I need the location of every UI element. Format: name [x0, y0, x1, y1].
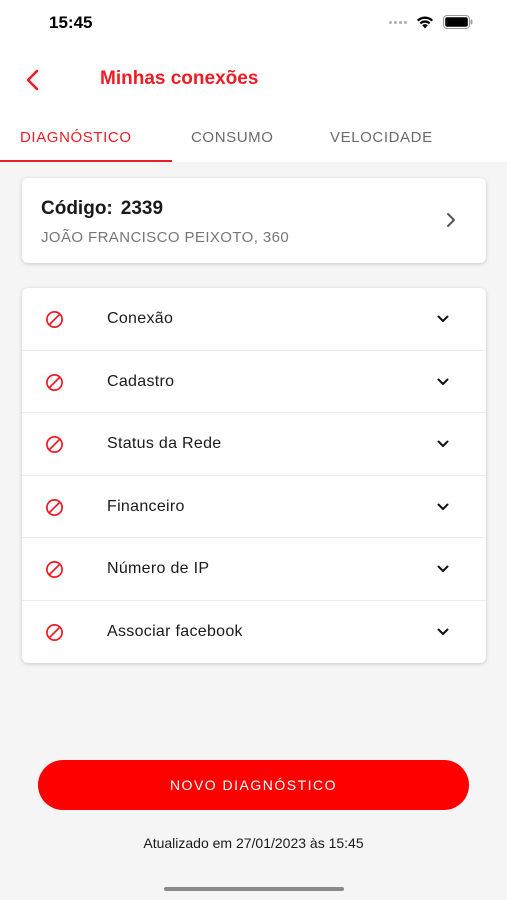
chevron-down-icon [437, 565, 449, 572]
main-content: Código: 2339 JOÃO FRANCISCO PEIXOTO, 360 … [0, 162, 507, 872]
chevron-down-icon [437, 503, 449, 510]
diagnostic-item-numero-de-ip[interactable]: Número de IP [22, 538, 486, 601]
diagnostic-item-cadastro[interactable]: Cadastro [22, 351, 486, 413]
last-updated-text: Atualizado em 27/01/2023 às 15:45 [143, 835, 364, 851]
tab-consumo[interactable]: CONSUMO [191, 129, 274, 146]
connection-code: Código: 2339 [41, 198, 163, 220]
diagnostic-item-label: Número de IP [107, 560, 210, 577]
chevron-down-icon [437, 440, 449, 447]
status-indicators [389, 15, 473, 29]
chevron-right-icon [447, 213, 455, 227]
connection-address: JOÃO FRANCISCO PEIXOTO, 360 [41, 229, 290, 246]
diagnostic-item-status-da-rede[interactable]: Status da Rede [22, 413, 486, 476]
code-label: Código: [41, 198, 113, 219]
blocked-icon [46, 373, 63, 391]
tab-velocidade[interactable]: VELOCIDADE [330, 129, 433, 146]
new-diagnostic-button[interactable]: NOVO DIAGNÓSTICO [38, 760, 469, 810]
page-title: Minhas conexões [100, 68, 259, 89]
back-arrow-icon[interactable] [22, 68, 44, 92]
diagnostic-item-label: Financeiro [107, 497, 185, 515]
diagnostic-item-label: Cadastro [107, 372, 175, 390]
diagnostics-list: Conexão Cadastro Status da Rede Financei… [22, 288, 486, 663]
cellular-signal-icon [389, 20, 407, 24]
diagnostic-item-financeiro[interactable]: Financeiro [22, 476, 486, 538]
blocked-icon [46, 498, 63, 516]
blocked-icon [46, 311, 63, 328]
diagnostic-item-label: Conexão [107, 310, 174, 327]
tab-diagnostico[interactable]: DIAGNÓSTICO [20, 129, 132, 146]
chevron-down-icon [437, 628, 449, 635]
diagnostic-item-label: Associar facebook [107, 622, 243, 640]
blocked-icon [46, 623, 63, 641]
blocked-icon [46, 561, 63, 578]
battery-icon [443, 15, 473, 29]
status-time: 15:45 [49, 13, 93, 32]
chevron-down-icon [437, 315, 449, 322]
app-header: Minhas conexões [0, 46, 507, 116]
diagnostic-item-label: Status da Rede [107, 435, 222, 452]
blocked-icon [46, 436, 63, 453]
status-bar: 15:45 [0, 0, 507, 46]
tab-bar: DIAGNÓSTICO CONSUMO VELOCIDADE [0, 116, 507, 162]
wifi-icon [417, 16, 433, 28]
diagnostic-item-associar-facebook[interactable]: Associar facebook [22, 601, 486, 664]
home-indicator[interactable] [164, 887, 344, 891]
chevron-down-icon [437, 378, 449, 385]
code-value: 2339 [120, 198, 164, 219]
diagnostic-item-conexao[interactable]: Conexão [22, 288, 486, 351]
home-indicator-area [0, 872, 507, 900]
connection-card[interactable]: Código: 2339 JOÃO FRANCISCO PEIXOTO, 360 [22, 178, 486, 263]
